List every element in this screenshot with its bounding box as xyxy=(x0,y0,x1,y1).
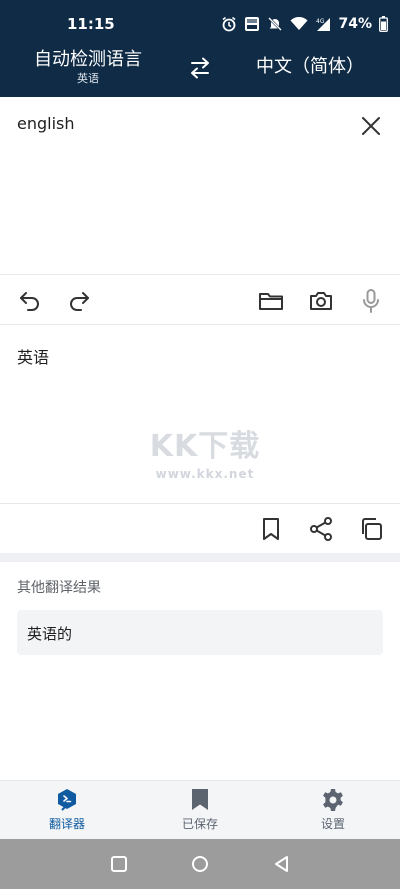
volte-icon xyxy=(244,16,260,32)
nav-label-settings: 设置 xyxy=(320,817,345,831)
output-toolbar xyxy=(0,505,400,553)
nav-label-translator: 翻译器 xyxy=(48,817,85,831)
save-translation-button[interactable] xyxy=(258,516,284,542)
battery-icon xyxy=(379,16,388,32)
detected-language-label: 英语 xyxy=(77,72,99,85)
translation-text: 英语 xyxy=(17,348,50,367)
microphone-button[interactable] xyxy=(358,288,384,314)
nav-tab-translator[interactable]: 翻译器 xyxy=(17,788,117,832)
mute-icon xyxy=(267,16,283,32)
undo-button[interactable] xyxy=(17,288,43,314)
nav-tab-saved[interactable]: 已保存 xyxy=(150,788,250,832)
nav-label-saved: 已保存 xyxy=(181,817,218,831)
recents-icon xyxy=(111,856,127,872)
bookmark-icon xyxy=(192,789,208,810)
translator-icon xyxy=(58,789,76,811)
open-file-button[interactable] xyxy=(258,288,284,314)
other-results-title: 其他翻译结果 xyxy=(17,580,101,596)
wifi-icon xyxy=(290,17,308,31)
source-language-label: 自动检测语言 xyxy=(34,49,142,70)
redo-icon xyxy=(70,292,89,311)
undo-icon xyxy=(20,292,39,311)
section-divider xyxy=(0,553,400,562)
home-icon xyxy=(192,856,208,872)
alternative-translation-text: 英语的 xyxy=(27,625,73,643)
gear-icon xyxy=(323,789,343,811)
back-icon xyxy=(275,856,288,872)
camera-button[interactable] xyxy=(308,288,334,314)
swap-languages-button[interactable] xyxy=(186,56,214,80)
alarm-icon xyxy=(221,16,237,32)
language-bar: 自动检测语言 英语 中文（简体） xyxy=(0,46,400,97)
input-toolbar xyxy=(0,276,400,325)
source-language-selector[interactable]: 自动检测语言 英语 xyxy=(22,48,154,86)
alternative-translation-item[interactable]: 英语的 xyxy=(17,610,383,655)
source-text[interactable]: english xyxy=(17,114,75,133)
bookmark-icon xyxy=(263,518,279,540)
recents-button[interactable] xyxy=(109,854,129,874)
bottom-navigation: 翻译器 已保存 设置 xyxy=(0,780,400,839)
watermark-logo: KK下载 xyxy=(149,429,261,464)
status-icons: 4G 74% xyxy=(221,13,388,35)
status-bar: 11:15 4G 74% xyxy=(0,0,400,46)
camera-icon xyxy=(310,292,332,310)
nav-tab-settings[interactable]: 设置 xyxy=(283,788,383,832)
swap-arrows-icon xyxy=(191,57,209,79)
signal-4g-icon: 4G xyxy=(315,16,331,32)
folder-icon xyxy=(259,293,283,310)
microphone-icon xyxy=(363,289,379,313)
svg-text:4G: 4G xyxy=(316,18,325,25)
source-text-area[interactable]: english xyxy=(0,97,400,275)
system-navigation-bar xyxy=(0,839,400,889)
back-button[interactable] xyxy=(272,854,292,874)
app-header: 11:15 4G 74% 自动检测语言 英语 中文（简体） xyxy=(0,0,400,97)
home-button[interactable] xyxy=(190,854,210,874)
copy-button[interactable] xyxy=(358,516,384,542)
target-language-selector[interactable]: 中文（简体） xyxy=(250,54,370,80)
close-icon xyxy=(362,117,380,135)
translation-output-area: 英语 KK下载 www.kkx.net xyxy=(0,326,400,504)
share-button[interactable] xyxy=(308,516,334,542)
copy-icon xyxy=(362,518,382,540)
redo-button[interactable] xyxy=(66,288,92,314)
battery-percent: 74% xyxy=(338,16,372,32)
watermark: KK下载 www.kkx.net xyxy=(140,421,270,481)
clear-text-button[interactable] xyxy=(360,115,382,137)
status-time: 11:15 xyxy=(67,15,115,33)
share-icon xyxy=(310,517,332,541)
watermark-url: www.kkx.net xyxy=(155,467,255,481)
